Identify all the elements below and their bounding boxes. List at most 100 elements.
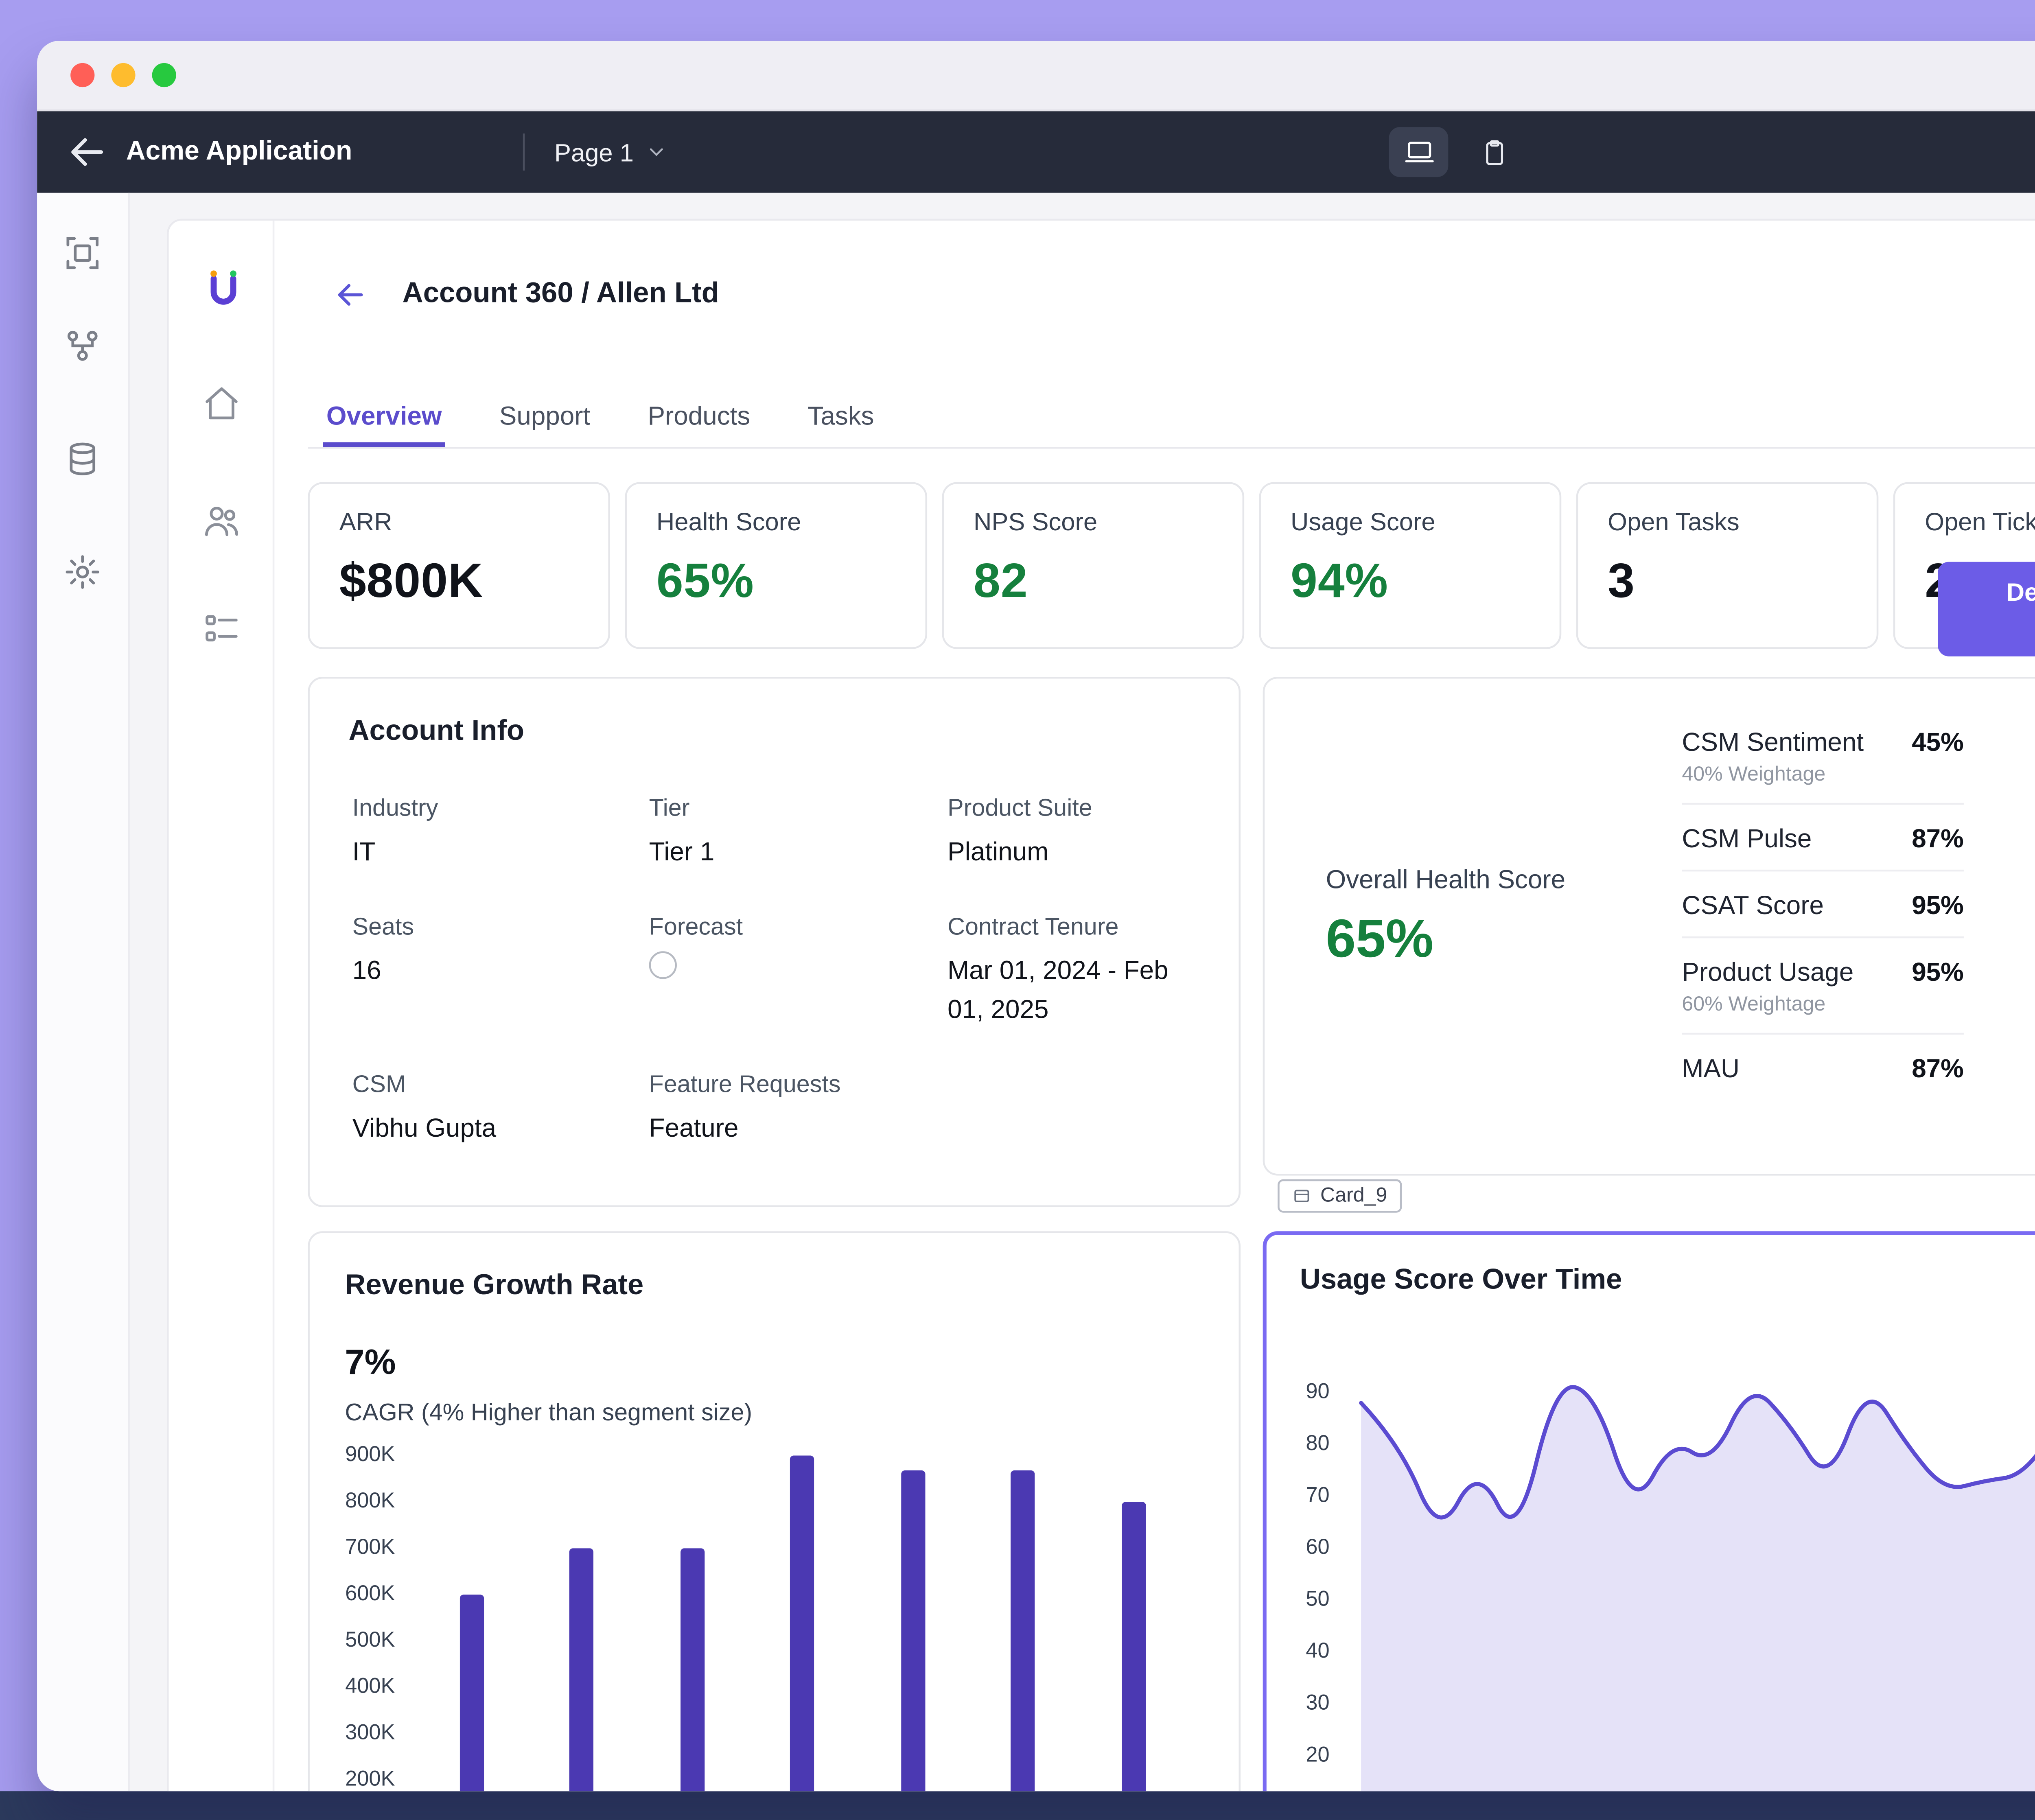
kpi-label: Usage Score [1291,508,1435,536]
page-selector[interactable]: Page 1 [554,138,667,166]
y-tick-label: 80 [1306,1433,1330,1456]
back-icon[interactable] [63,128,111,176]
field-label: Industry [352,794,438,822]
app-window: Acme Application Page 1 100% [37,41,2035,1792]
y-tick-label: 400K [345,1676,395,1699]
builder-left-rail [37,192,130,1792]
metric-sub: 60% Weightage [1682,994,1826,1016]
kpi-label: Open Tasks [1608,508,1740,536]
field-value: Mar 01, 2024 - Feb 01, 2025 [947,955,1168,1023]
metric-label: CSM Sentiment [1682,726,1864,757]
account-info-card[interactable]: Account Info Industry IT Tier Tier 1 Pro… [308,676,1241,1208]
card-title: Usage Score Over Time [1300,1264,1622,1296]
health-score-card[interactable]: Overall Health Score 65% CSM Sentiment 4… [1263,676,2035,1176]
kpi-card-arr[interactable]: ARR $800K [308,482,610,649]
artboard-tool-icon[interactable] [63,234,102,273]
revenue-bar [1011,1469,1035,1792]
metric-value: 87% [1912,1053,1964,1083]
y-tick-label: 900K [345,1444,395,1467]
metric-value: 95% [1912,890,1964,920]
usage-score-card[interactable]: Usage Score Over Time 90 80 70 60 50 40 30 20 [1263,1231,2035,1792]
overall-health-label: Overall Health Score [1326,864,1566,894]
database-icon[interactable] [63,440,102,479]
kpi-card-health-score[interactable]: Health Score 65% [625,482,928,649]
laptop-icon [1404,142,1433,162]
revenue-bar [900,1469,925,1792]
metric-label: Product Usage [1682,956,1854,987]
metric-label: MAU [1682,1053,1740,1083]
users-icon[interactable] [202,501,241,540]
task-list-icon[interactable] [202,610,241,649]
card-title: Account Info [348,715,525,748]
canvas-workspace: Account 360 / Allen Ltd Overview Support… [129,192,2035,1792]
tab-overview[interactable]: Overview [323,397,446,447]
field-label: Feature Requests [649,1070,841,1098]
y-tick-label: 90 [1306,1381,1330,1404]
field-industry: Industry IT [352,794,649,870]
field-value: 16 [352,955,381,985]
overall-health-value: 65% [1326,910,1434,970]
component-tree-icon[interactable] [63,326,102,365]
account-info-grid: Industry IT Tier Tier 1 Product Suite Pl… [352,794,1202,1146]
y-tick-label: 800K [345,1491,395,1513]
clipboard-icon[interactable] [1470,128,1519,176]
page-title: Account 360 / Allen Ltd [402,278,719,310]
y-tick-label: 60 [1306,1537,1330,1560]
metric-value: 87% [1912,823,1964,853]
toolbar-divider [523,133,525,171]
revenue-subtitle: CAGR (4% Higher than segment size) [345,1398,753,1426]
y-tick-label: 600K [345,1583,395,1606]
kpi-label: Health Score [656,508,801,536]
metric-value: 95% [1912,956,1964,987]
builder-toolbar: Acme Application Page 1 100% [37,111,2035,193]
app-tabs: Overview Support Products Tasks [308,397,2035,449]
y-tick-label: 20 [1306,1745,1330,1767]
kpi-value: 94% [1291,552,1388,608]
field-value: Vibhu Gupta [352,1112,497,1142]
home-icon[interactable] [202,384,241,423]
metric-sub: 40% Weightage [1682,764,1826,786]
interaction-tooltip: Define Interaction Properties [1938,562,2035,657]
revenue-bar [459,1595,483,1792]
field-seats: Seats 16 [352,913,649,1027]
y-tick-label: 30 [1306,1693,1330,1715]
kpi-label: NPS Score [973,508,1098,536]
metric-label: CSAT Score [1682,890,1824,920]
kpi-card-open-tasks[interactable]: Open Tasks 3 [1576,482,1879,649]
card-icon [1294,1190,1309,1202]
metric-row: MAU 87% [1682,1035,1964,1099]
field-value: IT [352,836,376,866]
metric-row: CSAT Score 95% [1682,871,1964,938]
field-feature-requests: Feature Requests Feature [649,1070,948,1146]
field-label: Contract Tenure [947,912,1119,941]
kpi-row: ARR $800K Health Score 65% NPS Score 82 … [308,482,2035,649]
metric-row: CSM Sentiment 45% 40% Weightage [1682,708,1964,805]
revenue-growth-card[interactable]: Revenue Growth Rate 7% CAGR (4% Higher t… [308,1231,1241,1792]
field-label: Product Suite [947,794,1092,822]
settings-gear-icon[interactable] [63,553,102,592]
usage-line-svg [1359,1385,2035,1792]
tab-tasks[interactable]: Tasks [804,397,877,447]
metric-row: CSM Pulse 87% [1682,805,1964,872]
field-forecast: Forecast [649,913,948,1027]
tab-products[interactable]: Products [644,397,754,447]
y-tick-label: 500K [345,1630,395,1652]
kpi-value: 82 [973,552,1028,608]
widget-tag[interactable]: Card_9 [1278,1179,1402,1213]
desktop-view-button[interactable] [1389,127,1449,177]
kpi-card-usage-score[interactable]: Usage Score 94% [1259,482,1562,649]
minimize-window-button[interactable] [111,63,136,88]
y-tick-label: 300K [345,1722,395,1745]
app-back-arrow-icon[interactable] [332,276,369,313]
forecast-toggle[interactable] [649,952,677,980]
close-window-button[interactable] [70,63,95,88]
kpi-card-nps-score[interactable]: NPS Score 82 [942,482,1245,649]
revenue-kpi: 7% [345,1344,396,1383]
tab-support[interactable]: Support [496,397,594,447]
kpi-value: $800K [339,552,484,608]
field-value: Tier 1 [649,836,715,866]
field-label: Seats [352,912,414,941]
maximize-window-button[interactable] [152,63,176,88]
field-label: CSM [352,1070,406,1098]
field-csm: CSM Vibhu Gupta [352,1070,649,1146]
